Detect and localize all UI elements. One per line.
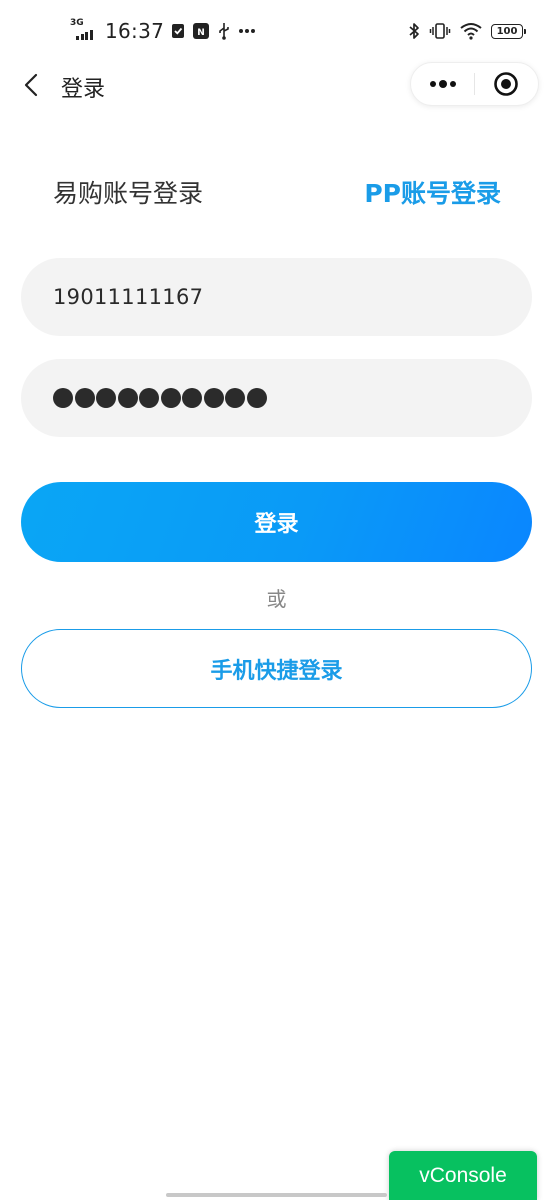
login-button[interactable]: 登录 [21,482,532,562]
cellular-signal-icon: 3G [70,18,98,42]
password-mask-dot [117,388,138,408]
password-mask-dot [225,388,245,408]
status-time: 16:37 [105,19,165,43]
chevron-left-icon [24,73,38,97]
target-circle-icon [494,72,519,96]
tab-pp-account-login[interactable]: PP账号登录 [364,174,501,210]
tab-suning-account-login[interactable]: 易购账号登录 [53,174,203,210]
password-input[interactable] [21,359,532,437]
bluetooth-icon [408,22,420,40]
nav-bar: 登录 [0,60,553,110]
phone-input-value: 19011111167 [53,285,204,309]
password-mask-dot [53,388,73,408]
home-indicator[interactable] [166,1193,387,1197]
nfc-icon: N [192,22,210,40]
back-button[interactable] [14,68,48,102]
status-bar: 3G 16:37 N 100 [0,0,553,60]
svg-text:N: N [197,28,205,38]
password-mask [53,388,267,408]
password-mask-dot [182,388,202,408]
more-dots-icon [429,80,456,88]
wifi-icon [460,22,482,40]
page-title: 登录 [61,77,106,102]
battery-level: 100 [496,25,518,37]
capsule-close-button[interactable] [475,63,538,105]
network-type: 3G [70,18,84,28]
capsule-menu-button[interactable] [411,63,474,105]
phone-quick-login-label: 手机快捷登录 [210,658,343,684]
battery-icon: 100 [491,23,526,39]
usb-icon [217,22,231,40]
more-dots-icon [238,28,256,34]
vconsole-button[interactable]: vConsole [389,1151,537,1200]
status-bar-right: 100 [408,19,526,43]
or-separator: 或 [266,587,287,611]
phone-input[interactable]: 19011111167 [21,258,532,336]
password-mask-dot [203,388,224,408]
mini-program-capsule [410,62,539,106]
password-mask-dot [160,388,181,408]
password-mask-dot [246,388,267,408]
vconsole-label: vConsole [419,1164,507,1187]
password-mask-dot [139,388,159,408]
password-mask-dot [96,388,116,408]
vibrate-icon [429,22,451,40]
status-bar-left: 3G 16:37 N [70,17,256,45]
login-page: 3G 16:37 N 100 登录 易购账号登录 PP账号登录 19011111… [0,0,553,1200]
shield-check-icon [171,23,185,39]
password-mask-dot [74,388,95,408]
login-button-label: 登录 [254,512,299,537]
phone-quick-login-button[interactable]: 手机快捷登录 [21,629,532,708]
